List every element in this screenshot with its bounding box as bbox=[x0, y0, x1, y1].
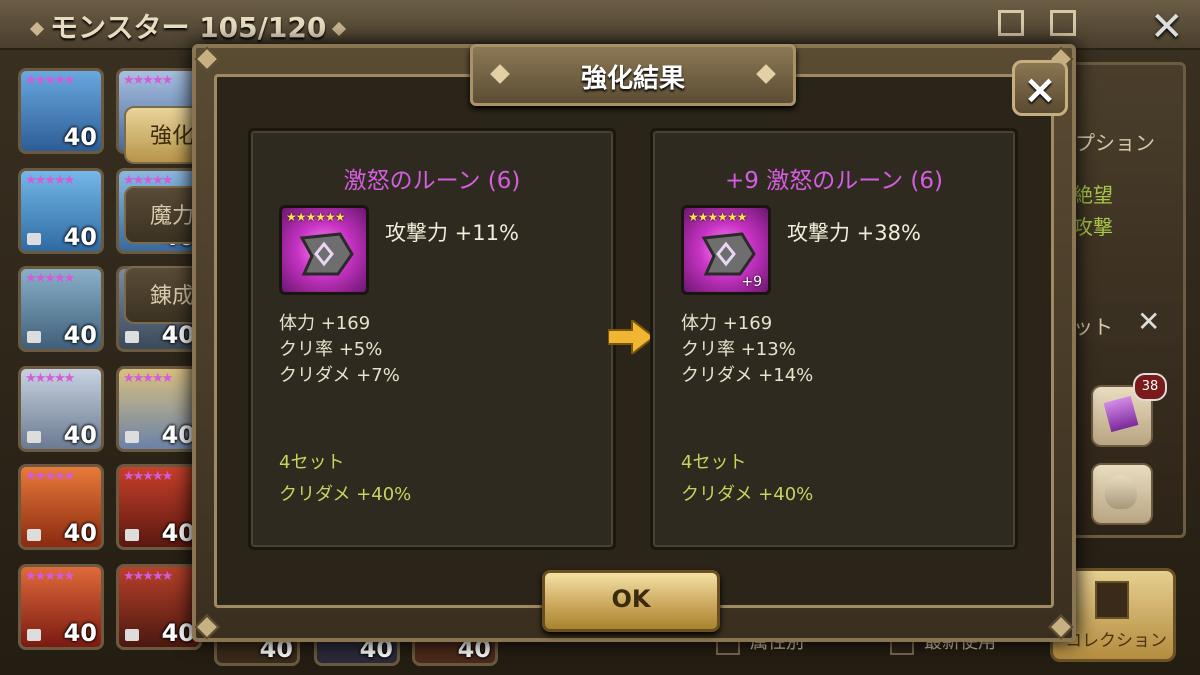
rune-name: +9 激怒のルーン (6) bbox=[725, 168, 943, 194]
rune-icon: ★★★★★★ bbox=[279, 205, 369, 295]
rune-bag-button[interactable]: 38 bbox=[1091, 373, 1167, 447]
count-badge: 38 bbox=[1133, 373, 1167, 401]
money-bag-icon bbox=[1105, 475, 1137, 509]
set-effect: クリダメ +40% bbox=[681, 484, 814, 505]
monster-card[interactable]: ★★★★★40 bbox=[116, 464, 202, 550]
option-line: 攻撃 bbox=[1073, 215, 1113, 239]
sub-stat: 体力 +169 bbox=[279, 313, 371, 334]
set-info: 4セット クリダメ +40% bbox=[279, 447, 411, 511]
close-button[interactable]: × bbox=[1012, 60, 1068, 116]
collection-icon bbox=[1095, 581, 1129, 619]
sub-stat: 体力 +169 bbox=[681, 313, 773, 334]
option-line: 絶望 bbox=[1073, 183, 1113, 207]
set-effect: クリダメ +40% bbox=[279, 484, 412, 505]
rune-icon: ★★★★★★ +9 bbox=[681, 205, 771, 295]
rune-before-panel: 激怒のルーン (6) ★★★★★★ 攻撃力 +11% 体力 +169 クリ率 +… bbox=[248, 128, 616, 550]
dialog-title: 強化結果 bbox=[580, 64, 685, 94]
set-info: 4セット クリダメ +40% bbox=[681, 447, 813, 511]
monster-card[interactable]: ★★★★★40 bbox=[18, 464, 104, 550]
rune-shape-icon bbox=[299, 232, 354, 276]
right-panel: プション 絶望 攻撃 ット ✕ 38 bbox=[1060, 62, 1186, 538]
sub-stat: クリ率 +5% bbox=[279, 339, 383, 360]
main-stat: 攻撃力 +11% bbox=[385, 221, 519, 245]
close-set-icon[interactable]: ✕ bbox=[1137, 305, 1160, 338]
money-bag-button[interactable] bbox=[1091, 463, 1153, 525]
sub-stats: 体力 +169 クリ率 +5% クリダメ +7% bbox=[279, 311, 400, 389]
monster-card[interactable]: ★★★★★40 bbox=[18, 68, 104, 154]
option-label: プション bbox=[1075, 131, 1155, 155]
sub-stat: クリ率 +13% bbox=[681, 339, 796, 360]
ok-button[interactable]: OK bbox=[542, 570, 720, 632]
sub-stat: クリダメ +7% bbox=[279, 365, 400, 386]
rune-after-panel: +9 激怒のルーン (6) ★★★★★★ +9 攻撃力 +38% 体力 +169… bbox=[650, 128, 1018, 550]
top-bar: モンスター 105/120 ✕ bbox=[0, 0, 1200, 50]
grid-view-icon[interactable] bbox=[1050, 10, 1076, 36]
monster-card[interactable]: ★★★★★40 bbox=[18, 564, 104, 650]
rune-bag-icon bbox=[1103, 395, 1139, 433]
page-title: モンスター 105/120 bbox=[24, 6, 352, 46]
main-stat: 攻撃力 +38% bbox=[787, 221, 921, 245]
corner-ornament bbox=[1048, 614, 1074, 640]
sub-stat: クリダメ +14% bbox=[681, 365, 814, 386]
set-count: 4セット bbox=[681, 452, 747, 473]
dialog-title-plate: 強化結果 bbox=[470, 44, 796, 106]
monster-card[interactable]: ★★★★★40 bbox=[18, 168, 104, 254]
monster-card[interactable]: ★★★★★40 bbox=[116, 366, 202, 452]
rune-name: 激怒のルーン (6) bbox=[343, 168, 521, 194]
monster-card[interactable]: ★★★★★40 bbox=[18, 366, 104, 452]
close-screen-icon[interactable]: ✕ bbox=[1150, 4, 1184, 50]
arrow-right-icon bbox=[608, 320, 654, 354]
sub-stats: 体力 +169 クリ率 +13% クリダメ +14% bbox=[681, 311, 813, 389]
set-label: ット bbox=[1073, 315, 1113, 339]
set-count: 4セット bbox=[279, 452, 345, 473]
monster-card[interactable]: ★★★★★40 bbox=[18, 266, 104, 352]
list-view-icon[interactable] bbox=[998, 10, 1024, 36]
monster-card[interactable]: ★★★★★40 bbox=[116, 564, 202, 650]
corner-ornament bbox=[194, 46, 220, 72]
rune-level-badge: +9 bbox=[741, 274, 762, 290]
corner-ornament bbox=[194, 614, 220, 640]
